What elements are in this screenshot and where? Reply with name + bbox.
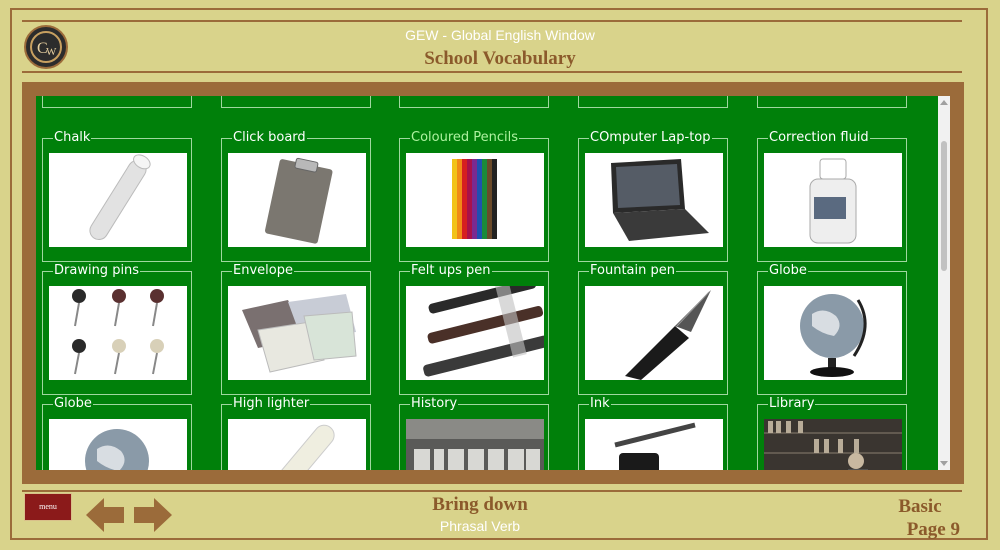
correction-fluid-image <box>764 153 902 247</box>
vertical-scrollbar[interactable] <box>938 96 950 470</box>
vocab-card[interactable]: Fountain pen <box>578 263 728 395</box>
vocab-card[interactable]: History <box>399 396 549 470</box>
ink-image <box>585 419 723 470</box>
app-title: GEW - Global English Window <box>405 27 595 43</box>
vocab-card-partial[interactable] <box>42 96 192 108</box>
vocab-card-partial[interactable] <box>578 96 728 108</box>
vocab-label: History <box>410 396 459 412</box>
history-image <box>406 419 544 470</box>
chalk-image <box>49 153 187 247</box>
vocab-label: Envelope <box>232 263 294 279</box>
vocab-label: Coloured Pencils <box>410 130 520 146</box>
vocabulary-board: Chalk Click board Coloured Pencils COmpu… <box>22 82 964 484</box>
next-arrow-icon[interactable] <box>132 496 174 534</box>
vocab-card[interactable]: Globe <box>757 263 907 395</box>
vocab-card[interactable]: Library <box>757 396 907 470</box>
vocab-label: High lighter <box>232 396 311 412</box>
drawing-pins-image <box>49 286 187 380</box>
svg-text:W: W <box>46 46 57 58</box>
envelope-image <box>228 286 366 380</box>
vocab-card-partial[interactable] <box>221 96 371 108</box>
scroll-down-icon[interactable] <box>940 461 948 466</box>
gew-logo[interactable]: C W <box>24 25 68 69</box>
vocab-label: Ink <box>589 396 611 412</box>
vocab-card[interactable]: Envelope <box>221 263 371 395</box>
logo-icon: C W <box>30 31 62 63</box>
vocab-label: Click board <box>232 130 307 146</box>
highlighter-image <box>228 419 366 470</box>
vocab-label: Globe <box>768 263 808 279</box>
page-title: School Vocabulary <box>424 48 576 69</box>
vocab-label: Correction fluid <box>768 130 870 146</box>
vocab-card[interactable]: Ink <box>578 396 728 470</box>
scroll-thumb[interactable] <box>941 141 947 271</box>
globe-image <box>49 419 187 470</box>
vocab-label: Felt ups pen <box>410 263 492 279</box>
header-divider-bottom <box>22 71 962 73</box>
globe-image <box>764 286 902 380</box>
felt-pens-image <box>406 286 544 380</box>
laptop-image <box>585 153 723 247</box>
vocab-card-partial[interactable] <box>399 96 549 108</box>
scroll-up-icon[interactable] <box>940 100 948 105</box>
vocab-label: Fountain pen <box>589 263 676 279</box>
vocab-label: Library <box>768 396 816 412</box>
vocab-card[interactable]: High lighter <box>221 396 371 470</box>
vocab-card-partial[interactable] <box>757 96 907 108</box>
lesson-subtitle: Phrasal Verb <box>439 518 521 534</box>
vocab-label: Chalk <box>53 130 92 146</box>
previous-arrow-icon[interactable] <box>84 496 126 534</box>
vocab-card[interactable]: Correction fluid <box>757 130 907 262</box>
menu-button[interactable]: menu <box>24 493 72 521</box>
lesson-title-link[interactable]: Bring down <box>380 494 580 516</box>
vocab-card[interactable]: COmputer Lap-top <box>578 130 728 262</box>
page-number: Page 9 <box>906 519 960 540</box>
vocab-card[interactable]: Chalk <box>42 130 192 262</box>
clipboard-image <box>228 153 366 247</box>
library-image <box>764 419 902 470</box>
vocab-card[interactable]: Globe <box>42 396 192 470</box>
vocab-card[interactable]: Click board <box>221 130 371 262</box>
vocab-card[interactable]: Coloured Pencils <box>399 130 549 262</box>
vocab-card[interactable]: Drawing pins <box>42 263 192 395</box>
footer-divider <box>22 490 962 492</box>
header-divider-top <box>22 20 962 22</box>
coloured-pencils-image <box>406 153 544 247</box>
vocab-label: Globe <box>53 396 93 412</box>
vocabulary-grid: Chalk Click board Coloured Pencils COmpu… <box>36 96 936 470</box>
vocab-label: COmputer Lap-top <box>589 130 712 146</box>
vocabulary-scroll-area[interactable]: Chalk Click board Coloured Pencils COmpu… <box>36 96 950 470</box>
fountain-pen-image <box>585 286 723 380</box>
vocab-label: Drawing pins <box>53 263 141 279</box>
level-label: Basic <box>898 496 942 517</box>
vocab-card[interactable]: Felt ups pen <box>399 263 549 395</box>
